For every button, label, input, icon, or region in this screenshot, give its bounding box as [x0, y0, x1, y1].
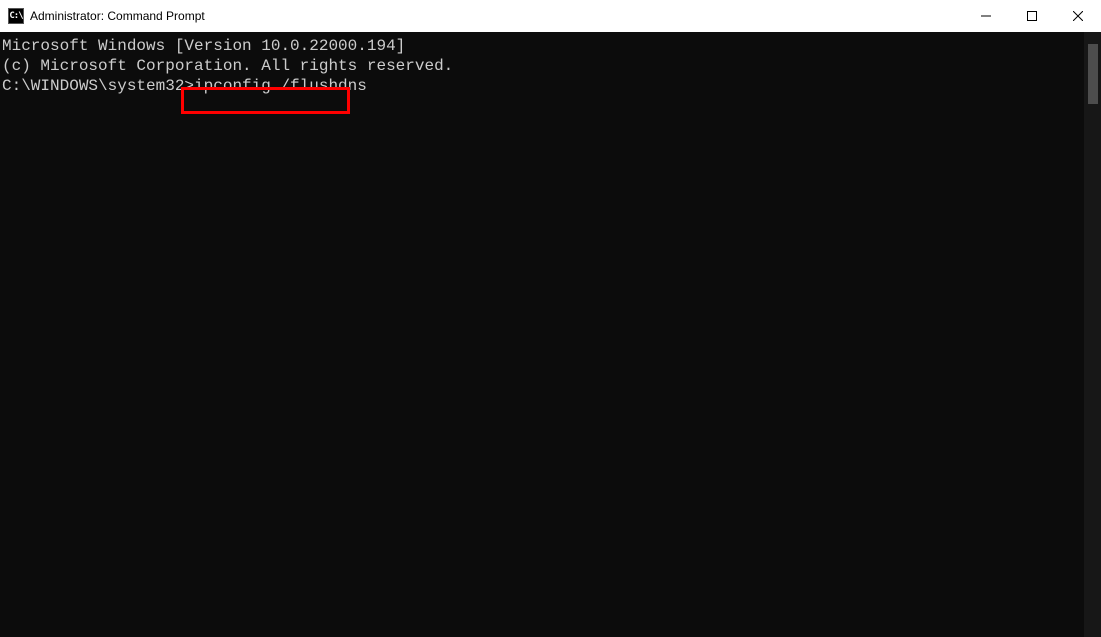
- maximize-icon: [1027, 11, 1037, 21]
- command-prompt-window: C:\ Administrator: Command Prompt: [0, 0, 1101, 637]
- terminal-area[interactable]: Microsoft Windows [Version 10.0.22000.19…: [0, 32, 1101, 637]
- prompt-line: C:\WINDOWS\system32>ipconfig /flushdns: [2, 76, 1099, 96]
- close-button[interactable]: [1055, 0, 1101, 32]
- version-line: Microsoft Windows [Version 10.0.22000.19…: [2, 36, 1099, 56]
- scrollbar[interactable]: [1084, 32, 1101, 637]
- command-text: ipconfig /flushdns: [194, 77, 367, 95]
- maximize-button[interactable]: [1009, 0, 1055, 32]
- window-title: Administrator: Command Prompt: [30, 9, 205, 23]
- window-controls: [963, 0, 1101, 32]
- minimize-button[interactable]: [963, 0, 1009, 32]
- copyright-line: (c) Microsoft Corporation. All rights re…: [2, 56, 1099, 76]
- cmd-icon: C:\: [8, 8, 24, 24]
- close-icon: [1073, 11, 1083, 21]
- titlebar-left: C:\ Administrator: Command Prompt: [8, 8, 205, 24]
- scrollbar-thumb[interactable]: [1088, 44, 1098, 104]
- terminal-content: Microsoft Windows [Version 10.0.22000.19…: [0, 32, 1101, 100]
- cmd-icon-text: C:\: [9, 11, 22, 21]
- prompt-text: C:\WINDOWS\system32>: [2, 77, 194, 95]
- minimize-icon: [981, 11, 991, 21]
- titlebar[interactable]: C:\ Administrator: Command Prompt: [0, 0, 1101, 32]
